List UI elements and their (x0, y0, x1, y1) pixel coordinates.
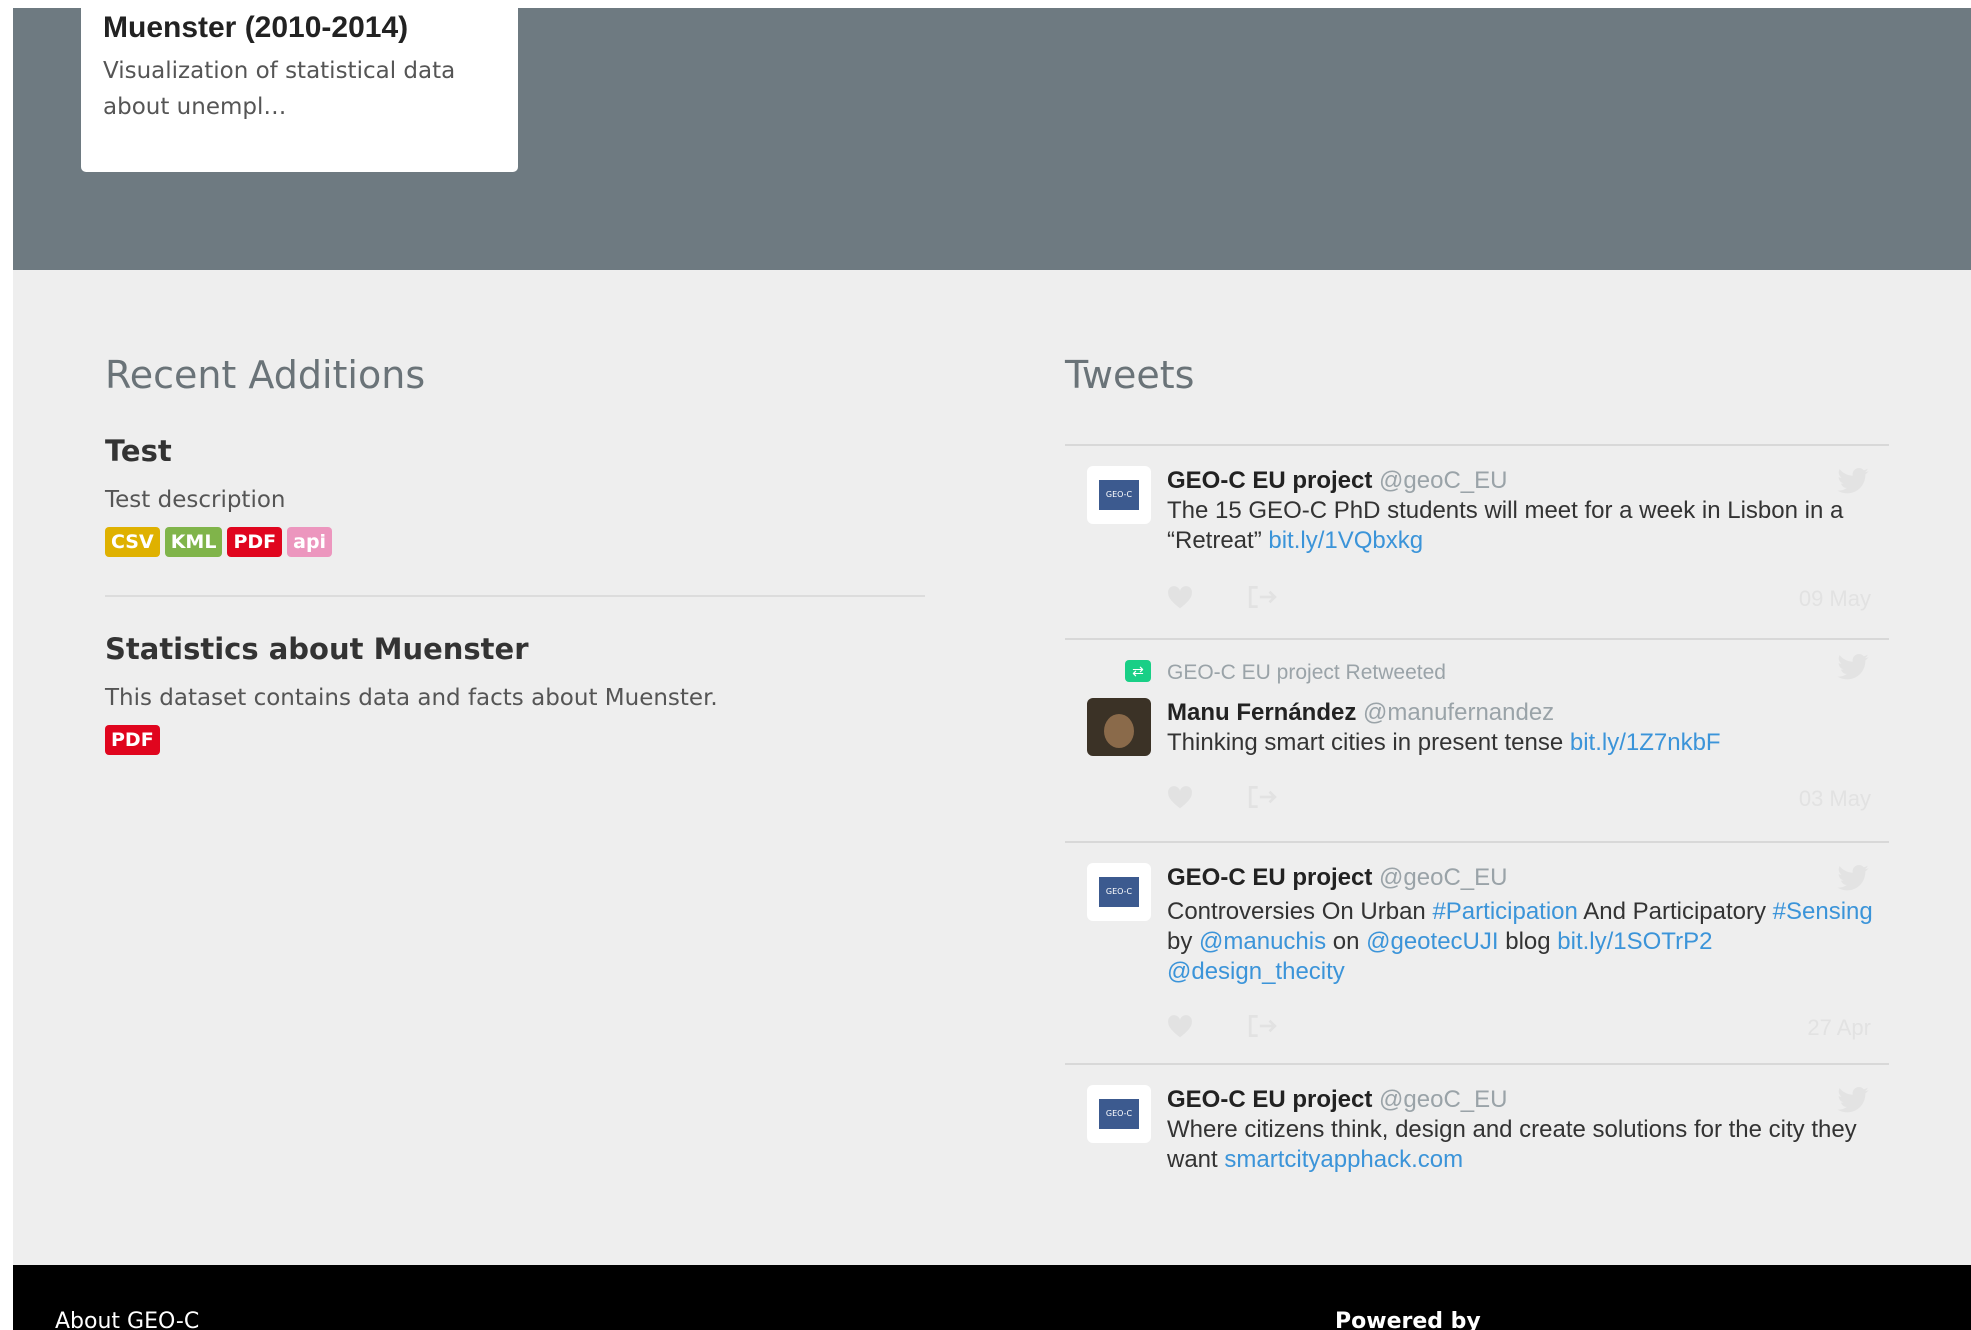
retweet-context: ⇄ GEO-C EU project Retweeted (1125, 660, 1889, 686)
tweet-actions: 27 Apr (1167, 1013, 1889, 1053)
format-labels: CSV KML PDF api (105, 527, 925, 557)
geoc-logo-icon: GEO-C (1099, 877, 1139, 907)
tweet-author-name[interactable]: GEO-C EU project (1167, 1086, 1372, 1113)
tweet-link[interactable]: bit.ly/1Z7nkbF (1570, 729, 1721, 756)
dataset-item: Statistics about Muenster This dataset c… (105, 631, 925, 755)
format-badge-pdf[interactable]: PDF (105, 725, 160, 755)
dataset-description: This dataset contains data and facts abo… (105, 685, 718, 711)
dataset-title[interactable]: Statistics about Muenster (105, 631, 925, 667)
tweet-actions: 03 May (1167, 784, 1889, 824)
share-icon[interactable] (1247, 1013, 1277, 1039)
tweet-text-body: And Participatory (1577, 898, 1773, 925)
page: Muenster (2010-2014) Visualization of st… (13, 8, 1971, 1330)
hashtag-link[interactable]: #Participation (1432, 898, 1577, 925)
mention-link[interactable]: @design_thecity (1167, 958, 1345, 985)
tweet: GEO-C GEO-C EU project @geoC_EU Controve… (1065, 843, 1889, 1065)
heart-icon[interactable] (1167, 584, 1193, 610)
format-badge-kml[interactable]: KML (164, 527, 223, 557)
footer-about-link[interactable]: About GEO-C (55, 1309, 199, 1330)
recent-additions-section: Recent Additions Test Test description C… (105, 353, 925, 755)
tweets-title: Tweets (1065, 353, 1195, 397)
tweet-text-body: on (1326, 928, 1367, 955)
avatar[interactable] (1087, 698, 1151, 756)
twitter-bird-icon[interactable] (1837, 654, 1869, 680)
tweet: GEO-C GEO-C EU project @geoC_EU Where ci… (1065, 1065, 1889, 1205)
hero-banner: Muenster (2010-2014) Visualization of st… (13, 8, 1971, 270)
twitter-timeline: GEO-C GEO-C EU project @geoC_EU The 15 G… (1065, 444, 1889, 1205)
tweet-date[interactable]: 27 Apr (1807, 1015, 1871, 1041)
tweet-author-handle[interactable]: @geoC_EU (1379, 864, 1507, 891)
format-badge-pdf[interactable]: PDF (227, 527, 283, 557)
retweeted-by-text: GEO-C EU project Retweeted (1167, 661, 1446, 684)
tweet-text-body: blog (1498, 928, 1558, 955)
avatar[interactable]: GEO-C (1087, 466, 1151, 524)
format-badge-csv[interactable]: CSV (105, 527, 160, 557)
mention-link[interactable]: @manuchis (1199, 928, 1326, 955)
footer-powered-by: Powered by (1335, 1309, 1481, 1330)
format-labels: PDF (105, 725, 925, 755)
tweet-header: GEO-C EU project @geoC_EU (1167, 863, 1889, 893)
recent-additions-title: Recent Additions (105, 353, 426, 397)
heart-icon[interactable] (1167, 784, 1193, 810)
twitter-bird-icon[interactable] (1837, 1087, 1869, 1113)
tweet-actions: 09 May (1167, 584, 1889, 624)
dataset-item: Test Test description CSV KML PDF api (105, 433, 925, 557)
avatar-photo (1104, 714, 1134, 748)
tweet-author-handle[interactable]: @manufernandez (1363, 699, 1554, 726)
footer: About GEO-C Powered by (13, 1265, 1971, 1330)
share-icon[interactable] (1247, 584, 1277, 610)
geoc-logo-icon: GEO-C (1099, 1099, 1139, 1129)
tweets-section: Tweets GEO-C GEO-C EU project @geoC_EU T… (1065, 353, 1889, 1205)
tweet-text: Where citizens think, design and create … (1167, 1115, 1867, 1175)
tweet: GEO-C GEO-C EU project @geoC_EU The 15 G… (1065, 446, 1889, 640)
geoc-logo-icon: GEO-C (1099, 480, 1139, 510)
avatar[interactable]: GEO-C (1087, 1085, 1151, 1143)
tweet-header: GEO-C EU project @geoC_EU (1167, 466, 1889, 496)
tweet-text-body: Thinking smart cities in present tense (1167, 729, 1570, 756)
featured-dataset-card[interactable]: Muenster (2010-2014) Visualization of st… (81, 8, 518, 172)
tweet: ⇄ GEO-C EU project Retweeted Manu Fernán… (1065, 640, 1889, 843)
tweet-author-handle[interactable]: @geoC_EU (1379, 467, 1507, 494)
featured-dataset-description: Visualization of statistical data about … (103, 58, 456, 120)
tweet-text: Thinking smart cities in present tense b… (1167, 728, 1889, 758)
heart-icon[interactable] (1167, 1013, 1193, 1039)
tweet-link[interactable]: smartcityapphack.com (1224, 1146, 1463, 1173)
tweet-author-name[interactable]: GEO-C EU project (1167, 864, 1372, 891)
featured-dataset-title[interactable]: Muenster (2010-2014) (103, 10, 496, 46)
divider (105, 595, 925, 597)
retweet-icon: ⇄ (1125, 660, 1151, 682)
tweet-text-body: by (1167, 928, 1200, 955)
tweet-link[interactable]: bit.ly/1SOTrP2 (1557, 928, 1712, 955)
hashtag-link[interactable]: #Sensing (1773, 898, 1873, 925)
dataset-description: Test description (105, 487, 286, 513)
avatar[interactable]: GEO-C (1087, 863, 1151, 921)
twitter-bird-icon[interactable] (1837, 468, 1869, 494)
tweet-text: Controversies On Urban #Participation An… (1167, 897, 1889, 987)
tweet-text-body: Controversies On Urban (1167, 898, 1433, 925)
twitter-bird-icon[interactable] (1837, 865, 1869, 891)
tweet-author-name[interactable]: Manu Fernández (1167, 699, 1356, 726)
tweet-link[interactable]: bit.ly/1VQbxkg (1268, 527, 1423, 554)
tweet-author-name[interactable]: GEO-C EU project (1167, 467, 1372, 494)
tweet-date[interactable]: 03 May (1799, 786, 1871, 812)
tweet-header: Manu Fernández @manufernandez (1167, 698, 1889, 728)
tweet-date[interactable]: 09 May (1799, 586, 1871, 612)
tweet-text: The 15 GEO-C PhD students will meet for … (1167, 496, 1889, 556)
dataset-title[interactable]: Test (105, 433, 925, 469)
tweet-author-handle[interactable]: @geoC_EU (1379, 1086, 1507, 1113)
share-icon[interactable] (1247, 784, 1277, 810)
format-badge-api[interactable]: api (287, 527, 333, 557)
tweet-header: GEO-C EU project @geoC_EU (1167, 1085, 1889, 1115)
mention-link[interactable]: @geotecUJI (1366, 928, 1498, 955)
